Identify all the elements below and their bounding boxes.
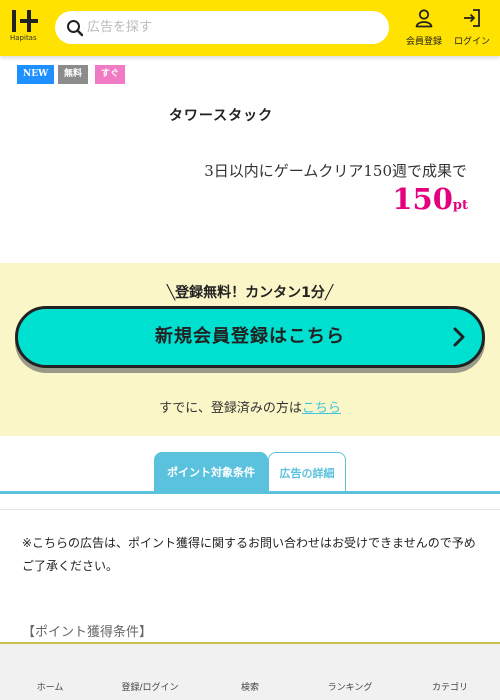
nav-category[interactable]: カテゴリ xyxy=(400,680,500,693)
existing-member-line: すでに、登録済みの方はこちら xyxy=(0,397,500,416)
user-icon xyxy=(415,9,433,28)
ad-title: タワースタック xyxy=(168,108,274,124)
login-button[interactable]: ログイン xyxy=(447,8,497,48)
register-panel: ╲登録無料！カンタン1分╱ 新規会員登録はこちら すでに、登録済みの方はこちら xyxy=(0,263,500,436)
search-icon[interactable] xyxy=(66,19,84,37)
nav-home[interactable]: ホーム xyxy=(0,680,100,693)
search-box[interactable] xyxy=(55,11,389,44)
tabs-underline xyxy=(0,491,500,494)
search-input[interactable] xyxy=(87,11,377,44)
tab-point-conditions[interactable]: ポイント対象条件 xyxy=(154,452,268,493)
member-register-label: 会員登録 xyxy=(405,37,442,47)
nav-register-login[interactable]: 登録/ログイン xyxy=(100,680,200,693)
login-label: ログイン xyxy=(453,37,490,47)
register-button-label: 新規会員登録はこちら xyxy=(155,326,345,347)
login-icon xyxy=(464,9,480,27)
points-value: 150 xyxy=(392,182,453,216)
logo-mark-icon xyxy=(12,10,38,32)
tab-ad-details[interactable]: 広告の詳細 xyxy=(268,452,346,493)
app-header: Hapitas 会員登録 ログイン xyxy=(0,0,500,56)
existing-member-login-link[interactable]: こちら xyxy=(302,401,341,416)
points-unit: pt xyxy=(452,198,468,213)
nav-ranking[interactable]: ランキング xyxy=(300,680,400,693)
badge-new: NEW xyxy=(17,65,55,84)
new-member-register-button[interactable]: 新規会員登録はこちら xyxy=(15,306,485,368)
badge-soon: すぐ xyxy=(95,65,126,84)
ad-points: 150pt xyxy=(392,182,468,216)
register-catchphrase: ╲登録無料！カンタン1分╱ xyxy=(166,285,334,301)
logo-wordmark: Hapitas xyxy=(10,34,37,42)
badge-free: 無料 xyxy=(58,65,89,84)
divider xyxy=(0,509,500,510)
chevron-right-icon xyxy=(453,327,465,347)
inquiry-notice: ※こちらの広告は、ポイント獲得に関するお問い合わせはお受けできませんので予めご了… xyxy=(22,536,476,573)
member-register-button[interactable]: 会員登録 xyxy=(399,8,449,48)
point-conditions-heading: 【ポイント獲得条件】 xyxy=(22,625,153,640)
nav-search[interactable]: 検索 xyxy=(200,680,300,693)
existing-member-text: すでに、登録済みの方は xyxy=(159,401,302,416)
ad-condition: 3日以内にゲームクリア150週で成果で xyxy=(204,162,467,180)
bottom-navigation: ホーム 登録/ログイン 検索 ランキング カテゴリ xyxy=(0,644,500,700)
